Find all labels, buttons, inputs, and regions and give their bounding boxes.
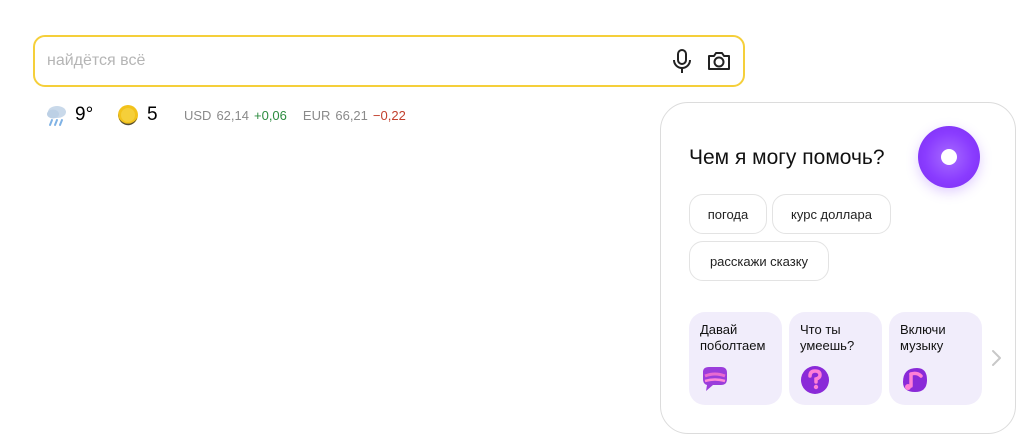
- alice-orb-icon[interactable]: [918, 126, 980, 188]
- rain-cloud-icon: [47, 106, 66, 126]
- traffic-score: 5: [147, 104, 158, 125]
- weather-widget[interactable]: 9°: [44, 100, 93, 130]
- camera-search-icon[interactable]: [705, 48, 733, 74]
- suggestion-chip[interactable]: погода: [689, 194, 767, 234]
- music-note-icon: [903, 368, 927, 392]
- traffic-light-icon: [118, 105, 138, 126]
- skill-tile-abilities[interactable]: Что ты умеешь?: [789, 312, 882, 405]
- search-bar[interactable]: [33, 35, 745, 87]
- traffic-widget[interactable]: 5: [117, 100, 158, 130]
- chat-bubble-icon: [703, 367, 727, 391]
- rate-change: +0,06: [254, 107, 287, 123]
- microphone-icon[interactable]: [669, 48, 695, 74]
- rate-value: 62,14: [216, 107, 249, 123]
- rate-currency: USD: [184, 107, 212, 123]
- currency-rates[interactable]: USD 62,14 +0,06 EUR 66,21 −0,22: [184, 100, 411, 130]
- suggestion-chip[interactable]: курс доллара: [772, 194, 891, 234]
- chevron-right-icon[interactable]: [989, 347, 1003, 369]
- alice-assistant-card: Чем я могу помочь? погода курс доллара р…: [660, 102, 1016, 434]
- rate-currency: EUR: [302, 107, 331, 123]
- rate-value: 66,21: [335, 107, 368, 123]
- suggestion-chip[interactable]: расскажи сказку: [689, 241, 829, 281]
- weather-temperature: 9°: [75, 104, 94, 125]
- skill-tile-label: Давай поболтаем: [700, 322, 766, 353]
- skill-tile-chat[interactable]: Давай поболтаем: [689, 312, 782, 405]
- alice-title: Чем я могу помочь?: [689, 146, 885, 169]
- skill-tile-label: Что ты умеешь?: [800, 322, 855, 353]
- rate-change: −0,22: [372, 107, 406, 123]
- skill-tile-music[interactable]: Включи музыку: [889, 312, 982, 405]
- question-icon: [801, 366, 829, 394]
- skill-tile-label: Включи музыку: [900, 322, 946, 353]
- search-input[interactable]: [47, 37, 647, 85]
